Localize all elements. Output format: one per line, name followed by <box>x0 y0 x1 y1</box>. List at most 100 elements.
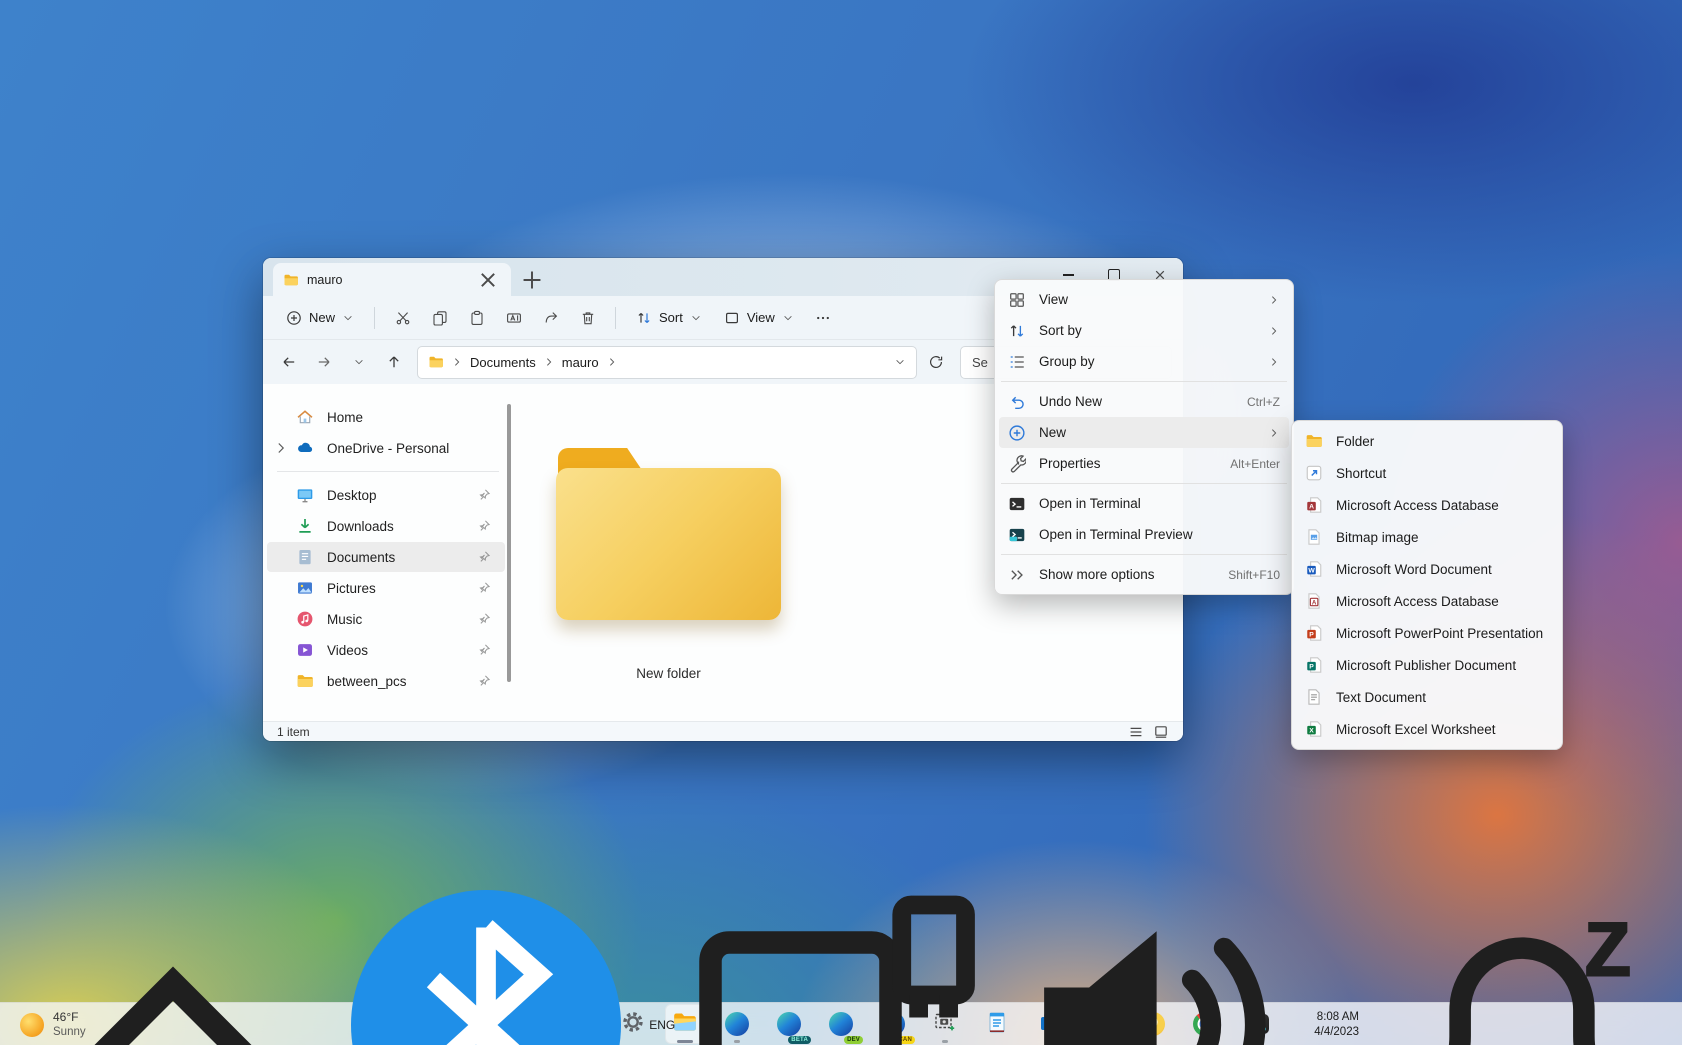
sidebar-item-label: Videos <box>327 643 473 658</box>
hidden-icons-button[interactable] <box>23 875 323 1045</box>
refresh-icon <box>928 354 944 370</box>
sidebar-item-label: Desktop <box>327 488 473 503</box>
sort-button[interactable]: Sort <box>627 301 711 334</box>
expander-spacer <box>273 487 289 503</box>
menu-item-label: Group by <box>1039 354 1258 369</box>
explorer-tab-mauro[interactable]: mauro <box>273 263 511 296</box>
sidebar-item-between-pcs[interactable]: between_pcs <box>267 666 505 696</box>
clock[interactable]: 8:08 AM 4/4/2023 <box>1314 1010 1359 1040</box>
context-menu-item-undo-new[interactable]: Undo NewCtrl+Z <box>999 386 1289 417</box>
svg-text:A: A <box>1309 504 1314 511</box>
context-menu-item-group-by[interactable]: Group by <box>999 346 1289 377</box>
sidebar-scrollbar[interactable] <box>507 404 511 682</box>
file-item-new-folder[interactable]: New folder <box>556 448 781 686</box>
minimize-icon <box>1063 274 1074 275</box>
submenu-item-bitmap-image[interactable]: Bitmap image <box>1296 521 1558 553</box>
folder-icon <box>428 354 444 370</box>
context-menu-item-view[interactable]: View <box>999 284 1289 315</box>
chevron-down-icon <box>353 356 365 368</box>
downloads-icon <box>296 517 314 535</box>
context-menu-item-sort-by[interactable]: Sort by <box>999 315 1289 346</box>
excel-icon: X <box>1305 720 1323 738</box>
see-more-button[interactable] <box>807 301 840 334</box>
share-button[interactable] <box>534 301 567 334</box>
sidebar-item-home[interactable]: Home <box>267 402 505 432</box>
delete-button[interactable] <box>571 301 604 334</box>
view-button[interactable]: View <box>715 301 803 334</box>
cut-button[interactable] <box>386 301 419 334</box>
language-indicator[interactable]: ENG <box>649 1018 675 1032</box>
menu-item-label: Open in Terminal Preview <box>1039 527 1280 542</box>
sidebar-item-onedrive-personal[interactable]: OneDrive - Personal <box>267 433 505 463</box>
context-menu-item-new[interactable]: New <box>999 417 1289 448</box>
back-button[interactable] <box>273 346 305 378</box>
show-more-icon <box>1008 566 1026 584</box>
sidebar-item-pictures[interactable]: Pictures <box>267 573 505 603</box>
music-icon <box>296 610 314 628</box>
menu-item-label: Bitmap image <box>1336 530 1549 545</box>
recent-locations-button[interactable] <box>343 346 375 378</box>
sidebar-item-documents[interactable]: Documents <box>267 542 505 572</box>
menu-item-label: Shortcut <box>1336 466 1549 481</box>
volume-icon[interactable] <box>1001 875 1301 1045</box>
large-icons-view-button[interactable] <box>1153 724 1169 740</box>
up-button[interactable] <box>378 346 410 378</box>
submenu-item-microsoft-access-database[interactable]: AMicrosoft Access Database <box>1296 585 1558 617</box>
sidebar-item-videos[interactable]: Videos <box>267 635 505 665</box>
view-button-label: View <box>747 310 775 325</box>
sidebar-item-downloads[interactable]: Downloads <box>267 511 505 541</box>
pin-icon <box>477 550 491 564</box>
rename-button[interactable] <box>497 301 530 334</box>
expand-chevron-icon[interactable] <box>273 440 289 456</box>
address-dropdown-icon[interactable] <box>894 356 906 368</box>
bluetooth-icon[interactable] <box>336 875 636 1045</box>
menu-item-label: Sort by <box>1039 323 1258 338</box>
network-icon[interactable] <box>688 875 988 1045</box>
text-document-icon <box>1305 688 1323 706</box>
context-menu-item-properties[interactable]: PropertiesAlt+Enter <box>999 448 1289 479</box>
submenu-item-microsoft-access-database[interactable]: AMicrosoft Access Database <box>1296 489 1558 521</box>
expander-spacer <box>273 409 289 425</box>
submenu-item-microsoft-excel-worksheet[interactable]: XMicrosoft Excel Worksheet <box>1296 713 1558 745</box>
submenu-item-folder[interactable]: Folder <box>1296 425 1558 457</box>
new-tab-button[interactable] <box>519 267 545 293</box>
sidebar-item-desktop[interactable]: Desktop <box>267 480 505 510</box>
tray-time: 8:08 AM <box>1314 1010 1359 1025</box>
menu-item-label: View <box>1039 292 1258 307</box>
context-menu-item-open-in-terminal-preview[interactable]: Open in Terminal Preview <box>999 519 1289 550</box>
notification-bell-icon[interactable]: z <box>1372 875 1672 1045</box>
expander-spacer <box>273 549 289 565</box>
terminal-preview-icon <box>1008 526 1026 544</box>
sidebar-divider <box>277 471 499 472</box>
submenu-item-text-document[interactable]: Text Document <box>1296 681 1558 713</box>
context-menu-item-open-in-terminal[interactable]: Open in Terminal <box>999 488 1289 519</box>
undo-icon <box>1008 393 1026 411</box>
shortcut-icon <box>1305 464 1323 482</box>
submenu-item-shortcut[interactable]: Shortcut <box>1296 457 1558 489</box>
submenu-item-microsoft-word-document[interactable]: WMicrosoft Word Document <box>1296 553 1558 585</box>
breadcrumb-item-mauro[interactable]: mauro <box>562 355 599 370</box>
pin-icon <box>477 488 491 502</box>
tab-close-icon[interactable] <box>475 267 501 293</box>
tab-title: mauro <box>307 273 467 287</box>
new-button[interactable]: New <box>277 301 363 334</box>
context-menu-item-show-more-options[interactable]: Show more optionsShift+F10 <box>999 559 1289 590</box>
forward-button[interactable] <box>308 346 340 378</box>
arrow-left-icon <box>281 354 297 370</box>
breadcrumb-item-documents[interactable]: Documents <box>470 355 536 370</box>
submenu-item-microsoft-powerpoint-presentation[interactable]: PMicrosoft PowerPoint Presentation <box>1296 617 1558 649</box>
copy-button[interactable] <box>423 301 456 334</box>
copy-icon <box>432 310 448 326</box>
menu-separator <box>1001 381 1287 382</box>
svg-text:z: z <box>1582 883 1634 998</box>
address-bar[interactable]: Documents mauro <box>417 346 917 379</box>
menu-item-label: New <box>1039 425 1258 440</box>
sort-icon <box>636 310 652 326</box>
new-button-label: New <box>309 310 335 325</box>
details-view-button[interactable] <box>1128 724 1144 740</box>
refresh-button[interactable] <box>920 346 952 378</box>
sidebar-item-music[interactable]: Music <box>267 604 505 634</box>
paste-button[interactable] <box>460 301 493 334</box>
toolbar-divider <box>615 307 616 329</box>
submenu-item-microsoft-publisher-document[interactable]: PMicrosoft Publisher Document <box>1296 649 1558 681</box>
